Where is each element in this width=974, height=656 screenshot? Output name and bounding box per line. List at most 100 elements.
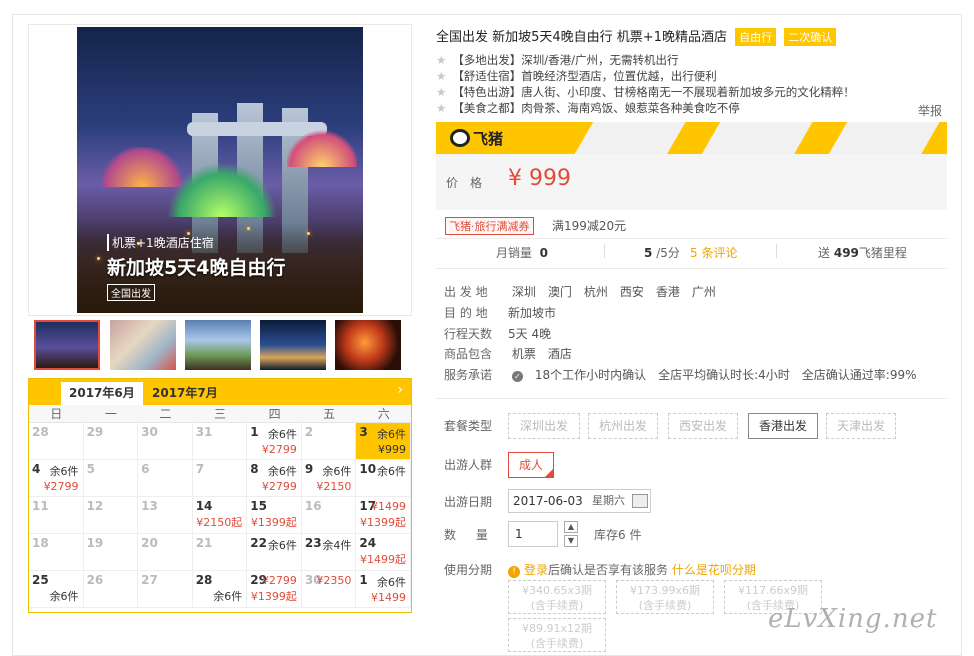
calendar-day: 29 (83, 423, 139, 460)
tab-june[interactable]: 2017年6月 (61, 382, 143, 405)
depart-city: 杭州 (583, 285, 608, 299)
departure-calendar: 2017年6月 2017年7月 › 日 一 二 三 四 五 六 28 29 30 31… (28, 378, 412, 613)
coupon-text: 满199减20元 (552, 219, 627, 233)
light-dot (97, 257, 100, 260)
weekday: 六 (377, 407, 390, 421)
main-image[interactable]: 机票+1晚酒店住宿 新加坡5天4晚自由行 全国出发 (77, 27, 363, 313)
includes-values: 机票 酒店 (512, 347, 584, 361)
day-number: 23 (304, 536, 322, 550)
decrement-icon[interactable]: ▼ (564, 535, 578, 547)
include-item: 酒店 (547, 347, 572, 361)
caption-main: 新加坡5天4晚自由行 (107, 257, 286, 279)
calendar-day[interactable]: 1 余6件 ¥1499 (356, 571, 411, 608)
day-stock: 余6件 (267, 539, 297, 552)
calendar-day: 18 (29, 534, 84, 571)
next-month-icon[interactable]: › (397, 382, 403, 398)
installment-option[interactable]: ¥173.99x6期 (含手续费) (616, 580, 714, 614)
day-price: ¥1399起 (250, 590, 297, 603)
thumbnail-3[interactable] (185, 320, 251, 370)
quantity-input[interactable]: 1 (508, 521, 558, 547)
login-link[interactable]: 登录 (524, 563, 548, 577)
promise-values: ✓ 18个工作小时内确认 全店平均确认时长:4小时 全店确认通过率:99% (511, 368, 929, 382)
package-option[interactable]: 天津出发 (826, 413, 896, 439)
huabei-link[interactable]: 什么是花呗分期 (672, 563, 756, 577)
calendar-icon[interactable] (632, 494, 648, 508)
installment-option[interactable]: ¥340.65x3期 (含手续费) (508, 580, 606, 614)
calendar-day[interactable]: 9 余6件 ¥2150 (301, 460, 357, 497)
package-option-selected[interactable]: 香港出发 (748, 413, 818, 439)
coupon-tag[interactable]: 飞猪·旅行满减券 (445, 217, 534, 235)
price-label: 价格 (446, 176, 495, 190)
package-option[interactable]: 杭州出发 (588, 413, 658, 439)
calendar-day[interactable]: 17 ¥1499 ¥1399起 (356, 497, 411, 534)
thumbnail-4[interactable] (260, 320, 326, 370)
review-link[interactable]: 5 条评论 (690, 244, 737, 261)
brand-bar: 飞猪 (436, 122, 947, 154)
calendar-grid: 28 29 30 31 1 余6件 ¥2799 2 3 余6件 ¥999 4 余6件 ¥2799 5 6 7 8 余… (29, 423, 411, 608)
divider (436, 268, 947, 269)
date-weekday: 星期六 (592, 494, 625, 507)
day-stock: ¥1499 (371, 500, 406, 513)
miles-value: 499 (833, 246, 859, 260)
day-number: 19 (86, 536, 104, 550)
report-link[interactable]: 举报 (918, 102, 942, 119)
calendar-day[interactable]: 24 ¥1499起 (356, 534, 411, 571)
info-icon: ! (508, 566, 520, 578)
depart-city: 香港 (655, 285, 680, 299)
day-number: 27 (141, 573, 158, 587)
calendar-day[interactable]: 25 余6件 (29, 571, 84, 608)
calendar-day[interactable]: 1 余6件 ¥2799 (247, 423, 302, 460)
day-number: 22 (250, 536, 267, 550)
day-number: 18 (32, 536, 49, 550)
package-option[interactable]: 深圳出发 (508, 413, 580, 439)
calendar-day[interactable]: 4 余6件 ¥2799 (29, 460, 84, 497)
day-number: 30 (141, 425, 158, 439)
installment-label: 使用分期 (444, 563, 493, 577)
installment-option[interactable]: ¥89.91x12期 (含手续费) (508, 618, 606, 652)
calendar-day: 26 (83, 571, 139, 608)
increment-icon[interactable]: ▲ (564, 521, 578, 533)
day-price: ¥1399起 (360, 516, 406, 529)
calendar-day: 31 (192, 423, 248, 460)
calendar-day[interactable]: 22 余6件 (247, 534, 302, 571)
date-input[interactable]: 2017-06-03 星期六 (508, 489, 651, 513)
thumbnail-2[interactable] (110, 320, 176, 370)
calendar-day[interactable]: 14 ¥2150起 (192, 497, 248, 534)
calendar-day[interactable]: 28 余6件 (192, 571, 248, 608)
thumbnail-5[interactable] (335, 320, 401, 370)
day-number: 16 (304, 499, 322, 513)
package-option[interactable]: 西安出发 (668, 413, 738, 439)
calendar-day[interactable]: 15 ¥1399起 (247, 497, 302, 534)
calendar-day: 30 ¥2350 (301, 571, 357, 608)
info-includes: 商品包含 机票 酒店 (444, 345, 584, 362)
rating: 5 /5分 (644, 244, 680, 261)
calendar-day[interactable]: 29 ¥2799 ¥1399起 (247, 571, 302, 608)
installment-notice: ! 登录后确认是否享有该服务 什么是花呗分期 (508, 561, 756, 578)
dest-label: 目 的 地 (444, 306, 488, 320)
weekday: 五 (323, 407, 336, 421)
tab-july[interactable]: 2017年7月 (144, 382, 226, 405)
day-stock: 余6件 (322, 465, 352, 478)
feature-text: 【特色出游】唐人街、小印度、甘榜格南无一不展现着新加坡多元的文化精粹！ (452, 85, 855, 99)
calendar-day: 2 (301, 423, 357, 460)
calendar-day: 6 (138, 460, 193, 497)
calendar-day[interactable]: 3 余6件 ¥999 (356, 423, 411, 460)
monthly-value: 0 (539, 246, 549, 260)
day-number: 10 (359, 462, 377, 476)
day-number: 12 (86, 499, 104, 513)
thumbnail-strip (34, 320, 414, 372)
day-number: 28 (32, 425, 49, 439)
calendar-day[interactable]: 23 余4件 (301, 534, 357, 571)
day-price: ¥2799 (261, 443, 297, 456)
installment-amount: ¥173.99x6期 (630, 584, 700, 597)
day-price: 余6件 (213, 590, 243, 603)
calendar-day[interactable]: 8 余6件 ¥2799 (247, 460, 302, 497)
promise-item: 18个工作小时内确认 (534, 368, 647, 382)
calendar-day: 20 (138, 534, 193, 571)
depart-city: 深圳 (511, 285, 536, 299)
crowd-option-adult[interactable]: 成人 (508, 452, 554, 478)
monthly-sales: 月销量 0 (496, 244, 548, 261)
feature-item: ★ 【舒适住宿】首晚经济型酒店，位置优越，出行便利 (436, 68, 717, 84)
thumbnail-1[interactable] (34, 320, 100, 370)
calendar-day[interactable]: 10 余6件 (356, 460, 411, 497)
